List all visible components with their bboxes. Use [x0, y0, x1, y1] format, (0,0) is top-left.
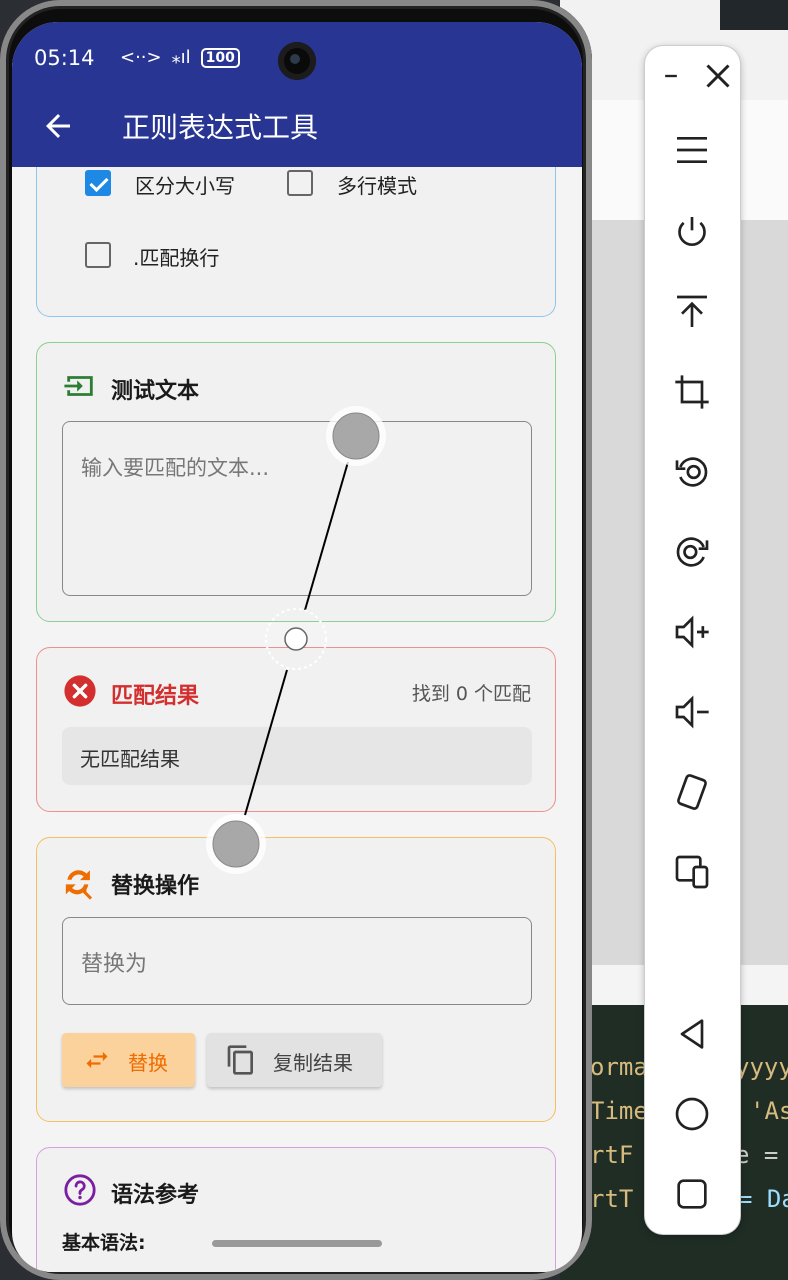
copy-icon [227, 1045, 253, 1075]
minimize-icon[interactable] [657, 58, 685, 94]
front-camera [278, 42, 316, 80]
code-line: rtF [590, 1141, 634, 1169]
volume-down-icon[interactable] [672, 692, 712, 732]
code-line: e = [735, 1141, 779, 1169]
find-replace-icon [65, 870, 93, 900]
replace-button[interactable]: 替换 [62, 1033, 195, 1087]
code-line: rtT [590, 1185, 634, 1213]
dotall-checkbox[interactable] [85, 242, 111, 268]
basic-syntax-label: 基本语法: [62, 1232, 146, 1254]
top-icon[interactable] [672, 292, 712, 332]
back-arrow-icon[interactable] [40, 108, 76, 144]
app-bar: 05:14 <··> ⁎ıl 100 正则表达式工具 [12, 22, 582, 167]
match-result-card: 匹配结果 找到 0 个匹配 无匹配结果 [36, 647, 556, 812]
code-line: 'As [750, 1097, 788, 1125]
match-result-title: 匹配结果 [111, 684, 200, 709]
replace-title: 替换操作 [111, 874, 200, 899]
replace-card: 替换操作 替换为 替换 复制结果 [36, 837, 556, 1122]
rotate-right-icon[interactable] [672, 532, 712, 572]
test-text-input[interactable]: 输入要匹配的文本... [62, 421, 532, 596]
fold-icon[interactable] [672, 772, 712, 812]
copy-result-button[interactable]: 复制结果 [207, 1033, 382, 1087]
input-icon [64, 376, 93, 396]
help-icon [64, 1174, 96, 1206]
replace-input[interactable]: 替换为 [62, 917, 532, 1005]
crop-icon[interactable] [672, 372, 712, 412]
status-time: 05:14 [34, 46, 95, 70]
volume-up-icon[interactable] [672, 612, 712, 652]
code-line: orma [590, 1053, 648, 1081]
status-icons: <··> ⁎ıl 100 [120, 47, 240, 68]
test-text-card: 测试文本 输入要匹配的文本... [36, 342, 556, 622]
emulator-toolbar [645, 46, 740, 1234]
syntax-card: 语法参考 基本语法: [36, 1147, 556, 1272]
syntax-title: 语法参考 [111, 1183, 200, 1208]
overview-icon[interactable] [672, 1174, 712, 1214]
case-sensitive-label: 区分大小写 [135, 174, 235, 198]
code-line: yyyy [735, 1053, 788, 1081]
home-icon[interactable] [672, 1094, 712, 1134]
copy-result-label: 复制结果 [273, 1051, 353, 1075]
error-icon [64, 675, 96, 707]
swap-icon [86, 1051, 108, 1069]
close-icon[interactable] [700, 58, 736, 94]
data-transfer-icon: <··> [120, 47, 162, 68]
back-icon[interactable] [672, 1014, 712, 1054]
multiline-checkbox[interactable] [287, 170, 313, 196]
dotall-label: .匹配换行 [133, 246, 220, 270]
app-title: 正则表达式工具 [122, 111, 319, 144]
test-text-placeholder: 输入要匹配的文本... [81, 456, 270, 480]
no-match-text: 无匹配结果 [80, 747, 180, 771]
phone-frame: 区分大小写 多行模式 .匹配换行 测试文本 输入要匹配的文本... 匹配结果 找… [0, 0, 592, 1280]
multiline-label: 多行模式 [337, 174, 417, 198]
menu-icon[interactable] [672, 130, 712, 170]
code-line: = Da [738, 1185, 788, 1213]
battery-icon: 100 [200, 47, 240, 68]
test-text-title: 测试文本 [111, 379, 200, 404]
match-result-box: 无匹配结果 [62, 727, 532, 785]
rotate-left-icon[interactable] [672, 452, 712, 492]
home-indicator[interactable] [212, 1240, 382, 1247]
signal-icon: ⁎ıl [171, 47, 191, 68]
replace-button-label: 替换 [128, 1051, 168, 1075]
power-icon[interactable] [672, 212, 712, 252]
device-icon[interactable] [672, 852, 712, 892]
code-line: Time [590, 1097, 648, 1125]
phone-screen: 区分大小写 多行模式 .匹配换行 测试文本 输入要匹配的文本... 匹配结果 找… [12, 22, 582, 1272]
case-sensitive-checkbox[interactable] [85, 170, 111, 196]
match-count: 找到 0 个匹配 [411, 683, 531, 705]
replace-placeholder: 替换为 [81, 952, 148, 977]
